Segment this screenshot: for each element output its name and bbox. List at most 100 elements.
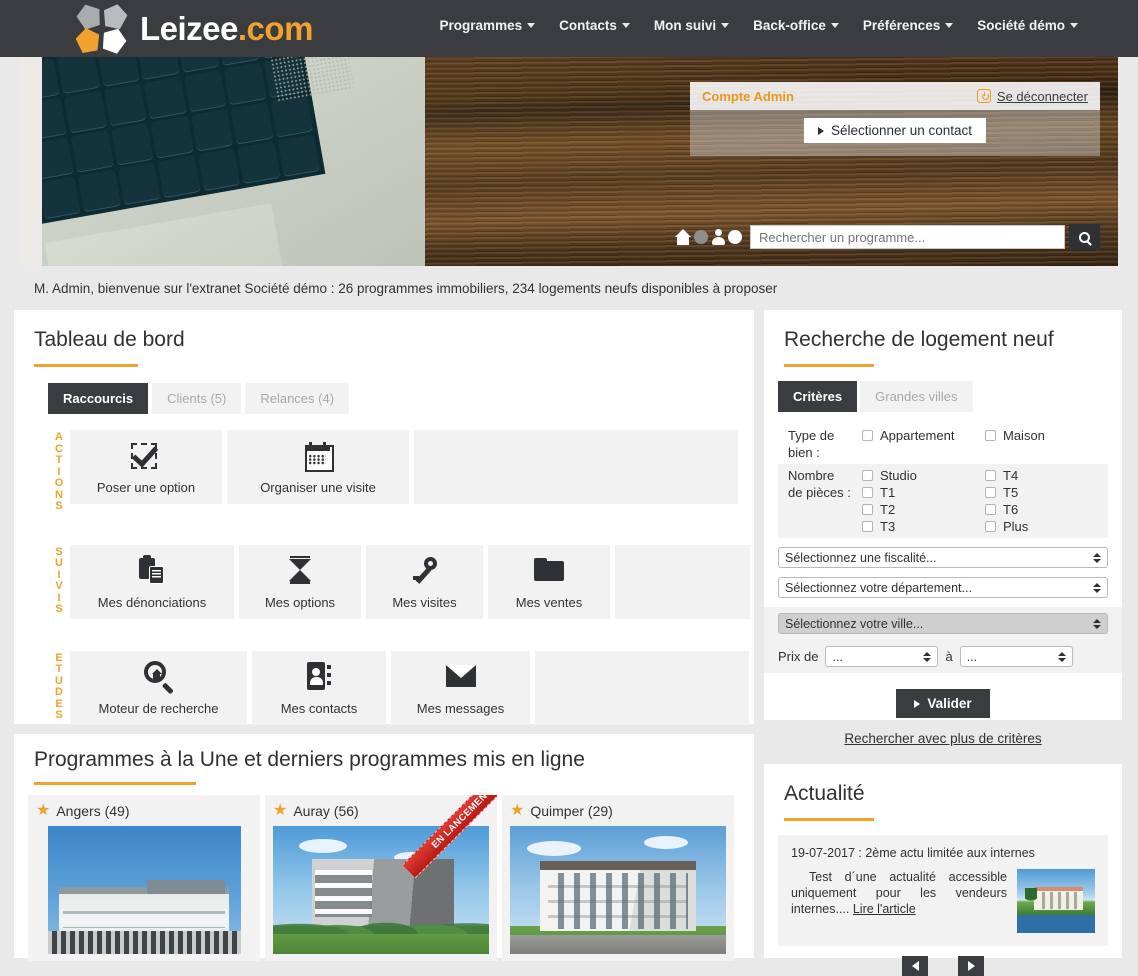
- toggle-person-contacts[interactable]: [728, 230, 742, 244]
- triangle-right-icon: [914, 699, 921, 708]
- spinner-arrows-icon: [1093, 582, 1101, 593]
- programme-card-label: Quimper (29): [530, 803, 613, 819]
- folder-icon: [534, 545, 564, 595]
- checkbox-t3[interactable]: T3: [862, 518, 985, 535]
- select-fiscalite[interactable]: Sélectionnez une fiscalité...: [778, 547, 1108, 568]
- shortcut-mes-contacts[interactable]: Mes contacts: [252, 650, 386, 725]
- tab-raccourcis[interactable]: Raccourcis: [48, 383, 149, 414]
- rooms-label-line1: Nombre: [788, 468, 835, 483]
- tab-relances[interactable]: Relances (4): [245, 383, 350, 414]
- checkbox-label: Studio: [880, 468, 917, 483]
- chevron-down-icon: [830, 23, 839, 28]
- criteria-row-type: Type de bien : Appartement Maison: [778, 424, 1108, 464]
- select-ville[interactable]: Sélectionnez votre ville...: [778, 613, 1108, 634]
- checkbox-label: T6: [1003, 502, 1019, 517]
- shortcut-moteur-de-recherche[interactable]: Moteur de recherche: [70, 650, 247, 725]
- group-actions: ACTIONS Poser une option Organiser une v…: [48, 430, 754, 513]
- title-underline: [784, 364, 874, 367]
- checkbox-box[interactable]: [862, 487, 873, 498]
- checkbox-box[interactable]: [862, 504, 873, 515]
- hero-search-bar: [674, 224, 1100, 250]
- logout-control[interactable]: Se déconnecter: [976, 89, 1088, 104]
- checkbox-t2[interactable]: T2: [862, 501, 985, 518]
- select-value: Sélectionnez votre département...: [785, 580, 972, 595]
- more-criteria-link[interactable]: Rechercher avec plus de critères: [764, 731, 1122, 746]
- price-label: Prix de: [778, 649, 819, 664]
- checkbox-label: T1: [880, 485, 896, 500]
- nav-item-contacts[interactable]: Contacts: [559, 18, 630, 33]
- checkbox-plus[interactable]: Plus: [985, 518, 1108, 535]
- logo-text: Leizee.com: [140, 10, 313, 48]
- tab-grandes-villes[interactable]: Grandes villes: [860, 381, 973, 412]
- programme-card-image: [510, 826, 726, 954]
- shortcut-mes-denonciations[interactable]: Mes dénonciations: [70, 544, 234, 619]
- checkbox-maison[interactable]: Maison: [985, 427, 1108, 444]
- person-icon: [710, 229, 726, 245]
- checkbox-t1[interactable]: T1: [862, 484, 985, 501]
- select-price-to[interactable]: ...: [959, 646, 1073, 667]
- chevron-down-icon: [527, 23, 536, 28]
- search-submit-button[interactable]: [1069, 224, 1100, 250]
- shortcut-mes-messages[interactable]: Mes messages: [391, 650, 530, 725]
- checkbox-box[interactable]: [985, 504, 996, 515]
- checkbox-box[interactable]: [862, 430, 873, 441]
- tab-criteres[interactable]: Critères: [778, 381, 858, 412]
- shortcut-mes-ventes[interactable]: Mes ventes: [488, 544, 610, 619]
- spinner-arrows-icon: [923, 651, 932, 662]
- shortcut-label: Moteur de recherche: [98, 700, 219, 716]
- shortcut-mes-options[interactable]: Mes options: [239, 544, 361, 619]
- nav-item-societe-demo[interactable]: Société démo: [977, 18, 1078, 33]
- programme-card-list: ★ Angers (49) EN LANCEMENT ★ Auray (56): [28, 795, 754, 961]
- chevron-down-icon: [721, 23, 730, 28]
- news-date-title: 19-07-2017 : 2ème actu limitée aux inter…: [791, 846, 1035, 860]
- programme-card-quimper[interactable]: ★ Quimper (29): [502, 795, 734, 961]
- nav-item-back-office[interactable]: Back-office: [753, 18, 839, 33]
- shortcut-organiser-une-visite[interactable]: Organiser une visite: [227, 430, 409, 504]
- select-departement[interactable]: Sélectionnez votre département...: [778, 577, 1108, 598]
- envelope-icon: [445, 651, 476, 701]
- rooms-column-right: T4 T5 T6 Plus: [985, 467, 1108, 535]
- programme-card-auray[interactable]: EN LANCEMENT ★ Auray (56): [265, 795, 497, 961]
- read-article-link[interactable]: Lire l'article: [853, 902, 916, 916]
- tab-clients[interactable]: Clients (5): [152, 383, 242, 414]
- dashboard-tabs: Raccourcis Clients (5) Relances (4): [48, 383, 754, 414]
- nav-item-programmes[interactable]: Programmes: [440, 18, 536, 33]
- shortcut-label: Mes messages: [416, 700, 505, 716]
- checkbox-studio[interactable]: Studio: [862, 467, 985, 484]
- programme-card-angers[interactable]: ★ Angers (49): [28, 795, 260, 961]
- checkbox-box[interactable]: [985, 521, 996, 532]
- checkbox-t5[interactable]: T5: [985, 484, 1108, 501]
- price-to-label: à: [945, 649, 953, 664]
- news-prev-button[interactable]: [902, 956, 928, 976]
- news-carousel-controls: [764, 956, 1122, 976]
- chevron-down-icon: [1070, 23, 1078, 28]
- news-next-button[interactable]: [958, 956, 984, 976]
- nav-item-preferences[interactable]: Préférences: [863, 18, 954, 33]
- site-logo[interactable]: Leizee.com: [76, 4, 313, 54]
- validate-wrapper: Valider: [764, 689, 1122, 718]
- programme-card-title: ★ Quimper (29): [510, 803, 726, 820]
- select-price-from[interactable]: ...: [825, 646, 939, 667]
- toggle-house-programmes[interactable]: [694, 230, 708, 244]
- shortcut-poser-une-option[interactable]: Poser une option: [70, 430, 222, 504]
- checkbox-box[interactable]: [985, 470, 996, 481]
- checkbox-label: Plus: [1003, 519, 1029, 534]
- validate-button[interactable]: Valider: [896, 689, 990, 718]
- checkbox-t6[interactable]: T6: [985, 501, 1108, 518]
- nav-item-mon-suivi[interactable]: Mon suivi: [654, 18, 730, 33]
- checkbox-box[interactable]: [985, 487, 996, 498]
- rooms-column-left: Studio T1 T2 T3: [862, 467, 985, 535]
- hero-banner: Compte Admin Se déconnecter Sélectionner…: [20, 46, 1118, 266]
- checkbox-t4[interactable]: T4: [985, 467, 1108, 484]
- checkbox-box[interactable]: [862, 521, 873, 532]
- select-contact-button[interactable]: Sélectionner un contact: [803, 118, 987, 143]
- search-type-toggles: [674, 229, 742, 245]
- shortcut-mes-visites[interactable]: Mes visites: [366, 544, 483, 619]
- search-input[interactable]: [750, 225, 1065, 249]
- checkbox-appartement[interactable]: Appartement: [862, 427, 985, 444]
- star-icon: ★: [36, 802, 51, 819]
- logo-brand-name: Leizee: [140, 10, 238, 47]
- checkbox-box[interactable]: [862, 470, 873, 481]
- logout-link[interactable]: Se déconnecter: [997, 89, 1088, 104]
- checkbox-box[interactable]: [985, 430, 996, 441]
